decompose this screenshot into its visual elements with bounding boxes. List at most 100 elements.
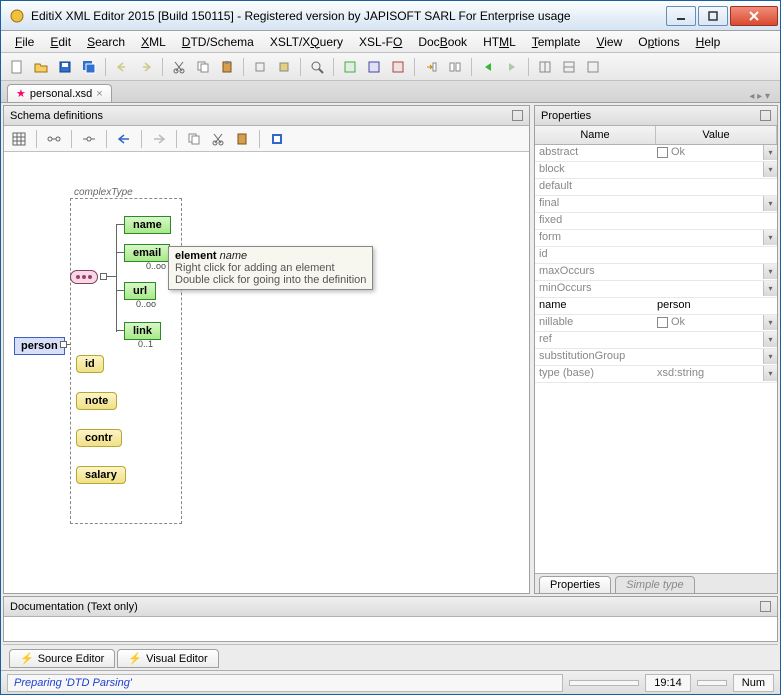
props-col-name[interactable]: Name	[535, 126, 656, 144]
star-icon: ★	[16, 87, 26, 100]
undo-icon[interactable]	[112, 57, 132, 77]
props-col-value[interactable]: Value	[656, 126, 777, 144]
collapse-icon[interactable]	[80, 130, 98, 148]
app-icon	[9, 8, 25, 24]
view3-icon[interactable]	[583, 57, 603, 77]
maximize-button[interactable]	[698, 6, 728, 26]
props-grid[interactable]: abstractOk▾block▾defaultfinal▾fixedform▾…	[535, 145, 777, 573]
documentation-body[interactable]	[4, 617, 777, 641]
transform-icon[interactable]	[421, 57, 441, 77]
prop-row-abstract[interactable]: abstractOk▾	[535, 145, 777, 162]
file-tab[interactable]: ★ personal.xsd ×	[7, 84, 112, 102]
prop-row-maxOccurs[interactable]: maxOccurs▾	[535, 264, 777, 281]
menu-xml[interactable]: XML	[133, 33, 174, 51]
view1-icon[interactable]	[535, 57, 555, 77]
redo-icon[interactable]	[136, 57, 156, 77]
validate2-icon[interactable]	[364, 57, 384, 77]
transform2-icon[interactable]	[445, 57, 465, 77]
tab-visual-editor[interactable]: ⚡Visual Editor	[117, 649, 218, 668]
validate3-icon[interactable]	[388, 57, 408, 77]
menu-xslt[interactable]: XSLT/XQuery	[262, 33, 351, 51]
connector-icon[interactable]	[60, 341, 67, 348]
menu-edit[interactable]: Edit	[42, 33, 79, 51]
menubar: File Edit Search XML DTD/Schema XSLT/XQu…	[1, 31, 780, 53]
prop-row-default[interactable]: default	[535, 179, 777, 196]
prop-row-nillable[interactable]: nillableOk▾	[535, 315, 777, 332]
menu-docbook[interactable]: DocBook	[410, 33, 475, 51]
st-copy-icon[interactable]	[185, 130, 203, 148]
complextype-label: complexType	[74, 187, 133, 198]
prop-row-ref[interactable]: ref▾	[535, 332, 777, 349]
prop-row-name[interactable]: nameperson	[535, 298, 777, 315]
menu-xslfo[interactable]: XSL-FO	[351, 33, 410, 51]
tab-source-editor[interactable]: ⚡Source Editor	[9, 649, 115, 668]
grid-icon[interactable]	[10, 130, 28, 148]
menu-help[interactable]: Help	[688, 33, 729, 51]
prop-row-final[interactable]: final▾	[535, 196, 777, 213]
close-button[interactable]	[730, 6, 778, 26]
properties-panel-title: Properties	[541, 110, 591, 122]
prop-row-form[interactable]: form▾	[535, 230, 777, 247]
menu-options[interactable]: Options	[630, 33, 687, 51]
menu-dtd[interactable]: DTD/Schema	[174, 33, 262, 51]
seq-connector-icon[interactable]	[100, 273, 107, 280]
schema-canvas[interactable]: person complexType name email 0..oo	[4, 152, 529, 593]
nav-fwd-icon[interactable]	[150, 130, 168, 148]
close-tab-icon[interactable]: ×	[96, 88, 102, 100]
root-element-box[interactable]: person	[14, 337, 65, 355]
st-paste-icon[interactable]	[233, 130, 251, 148]
file-tab-label: personal.xsd	[30, 88, 92, 100]
st-cut-icon[interactable]	[209, 130, 227, 148]
schema-attr-id[interactable]: id	[76, 355, 104, 373]
tool-icon[interactable]	[250, 57, 270, 77]
prop-row-substitutionGroup[interactable]: substitutionGroup▾	[535, 349, 777, 366]
subtab-simpletype[interactable]: Simple type	[615, 576, 694, 593]
expand-icon[interactable]	[45, 130, 63, 148]
schema-element-name[interactable]: name	[124, 216, 171, 234]
bolt-icon: ⚡	[128, 652, 142, 665]
tool2-icon[interactable]	[274, 57, 294, 77]
menu-html[interactable]: HTML	[475, 33, 524, 51]
prop-row-id[interactable]: id	[535, 247, 777, 264]
line	[116, 290, 124, 291]
view2-icon[interactable]	[559, 57, 579, 77]
paste-icon[interactable]	[217, 57, 237, 77]
panel-toggle-icon[interactable]	[760, 601, 771, 612]
forward-icon[interactable]	[502, 57, 522, 77]
prop-row-type (base)[interactable]: type (base)xsd:string▾	[535, 366, 777, 383]
menu-template[interactable]: Template	[524, 33, 589, 51]
prop-row-fixed[interactable]: fixed	[535, 213, 777, 230]
st-mode-icon[interactable]	[268, 130, 286, 148]
cut-icon[interactable]	[169, 57, 189, 77]
schema-attr-contr[interactable]: contr	[76, 429, 122, 447]
prop-row-minOccurs[interactable]: minOccurs▾	[535, 281, 777, 298]
menu-view[interactable]: View	[588, 33, 630, 51]
schema-attr-note[interactable]: note	[76, 392, 117, 410]
tab-nav[interactable]: ◂ ▸ ▾	[749, 91, 774, 102]
app-window: EditiX XML Editor 2015 [Build 150115] - …	[0, 0, 781, 695]
new-icon[interactable]	[7, 57, 27, 77]
find-icon[interactable]	[307, 57, 327, 77]
schema-element-email[interactable]: email	[124, 244, 170, 262]
save-icon[interactable]	[55, 57, 75, 77]
status-position: 19:14	[645, 674, 691, 692]
subtab-properties[interactable]: Properties	[539, 576, 611, 593]
copy-icon[interactable]	[193, 57, 213, 77]
schema-element-url[interactable]: url	[124, 282, 156, 300]
menu-search[interactable]: Search	[79, 33, 133, 51]
panel-toggle-icon[interactable]	[512, 110, 523, 121]
validate-icon[interactable]	[340, 57, 360, 77]
minimize-button[interactable]	[666, 6, 696, 26]
schema-element-link[interactable]: link	[124, 322, 161, 340]
nav-back-icon[interactable]	[115, 130, 133, 148]
panel-toggle-icon[interactable]	[760, 110, 771, 121]
back-icon[interactable]	[478, 57, 498, 77]
open-icon[interactable]	[31, 57, 51, 77]
line	[116, 330, 124, 331]
prop-row-block[interactable]: block▾	[535, 162, 777, 179]
sequence-node[interactable]	[70, 270, 98, 284]
saveall-icon[interactable]	[79, 57, 99, 77]
menu-file[interactable]: File	[7, 33, 42, 51]
schema-attr-salary[interactable]: salary	[76, 466, 126, 484]
status-message: Preparing 'DTD Parsing'	[7, 674, 563, 692]
